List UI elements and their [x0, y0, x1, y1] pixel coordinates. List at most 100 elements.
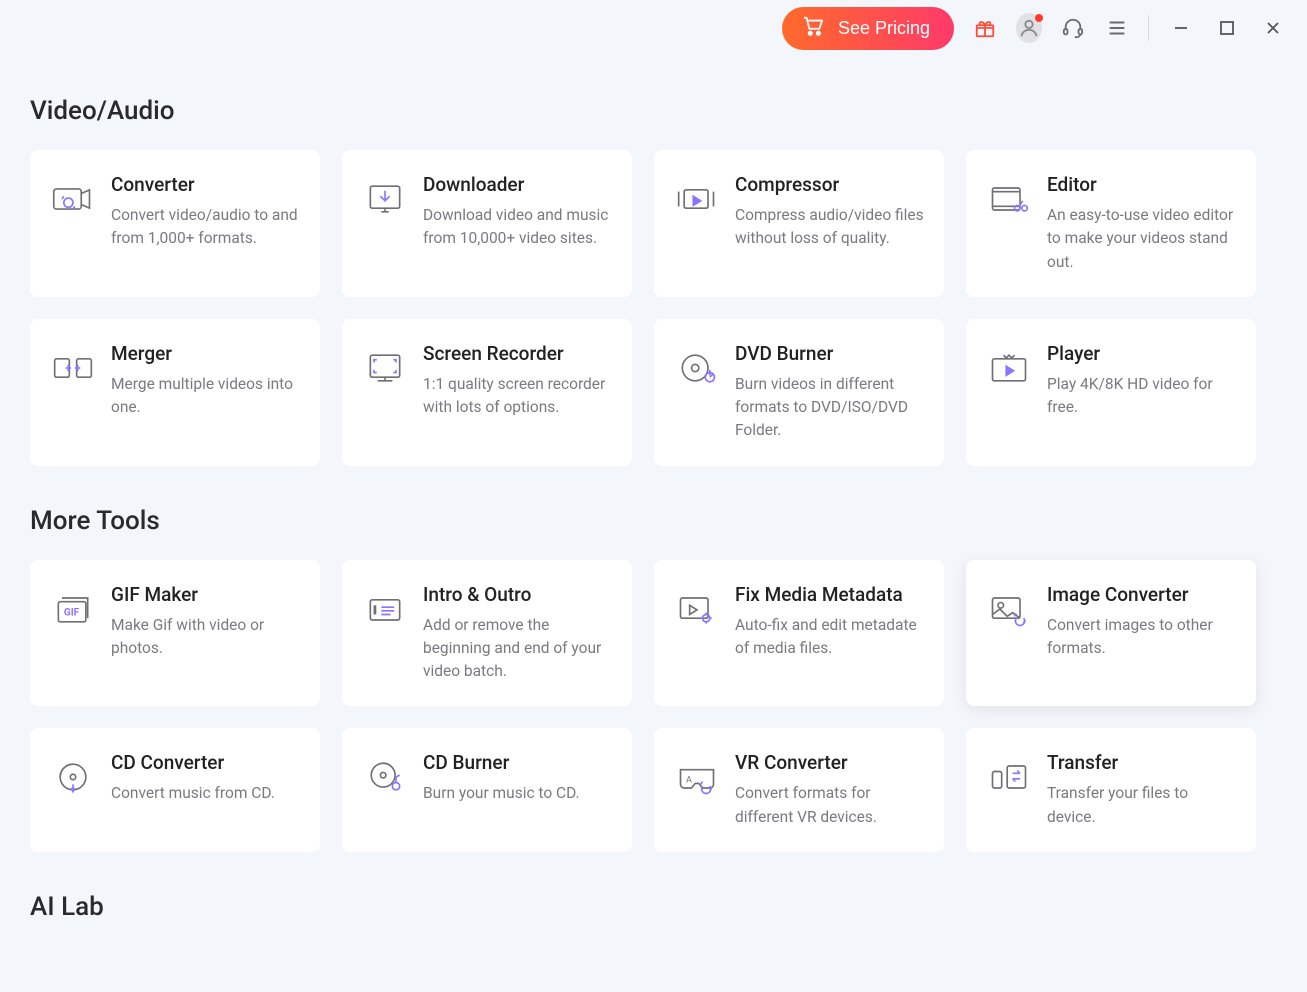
dvd-burner-icon	[673, 348, 721, 396]
card-title: Screen Recorder	[423, 342, 613, 365]
card-description: Convert video/audio to and from 1,000+ f…	[111, 204, 301, 251]
support-icon[interactable]	[1060, 15, 1086, 41]
window-maximize-button[interactable]	[1213, 14, 1241, 42]
card-body: VR Converter Convert formats for differen…	[735, 751, 925, 829]
card-title: Compressor	[735, 173, 925, 196]
card-title: Transfer	[1047, 751, 1237, 774]
card-title: Editor	[1047, 173, 1237, 196]
card-title: CD Burner	[423, 751, 613, 774]
card-description: Merge multiple videos into one.	[111, 373, 301, 420]
card-body: GIF Maker Make Gif with video or photos.	[111, 583, 301, 684]
card-title: Fix Media Metadata	[735, 583, 925, 606]
player-icon	[985, 348, 1033, 396]
card-description: Transfer your files to device.	[1047, 782, 1237, 829]
see-pricing-button[interactable]: See Pricing	[782, 7, 954, 50]
card-description: 1:1 quality screen recorder with lots of…	[423, 373, 613, 420]
screen-recorder-icon	[361, 348, 409, 396]
card-body: CD Converter Convert music from CD.	[111, 751, 301, 829]
section-title: Video/Audio	[30, 96, 1277, 126]
user-avatar[interactable]	[1016, 15, 1042, 41]
svg-text:A: A	[686, 776, 692, 786]
window-close-button[interactable]	[1259, 14, 1287, 42]
image-converter-icon	[985, 589, 1033, 637]
window-minimize-button[interactable]	[1167, 14, 1195, 42]
card-body: Compressor Compress audio/video files wit…	[735, 173, 925, 274]
card-body: Player Play 4K/8K HD video for free.	[1047, 342, 1237, 443]
card-body: Converter Convert video/audio to and from…	[111, 173, 301, 274]
card-player[interactable]: Player Play 4K/8K HD video for free.	[966, 319, 1256, 466]
converter-icon	[49, 179, 97, 227]
card-title: VR Converter	[735, 751, 925, 774]
card-title: Downloader	[423, 173, 613, 196]
card-description: Convert images to other formats.	[1047, 614, 1237, 661]
section-title: AI Lab	[30, 892, 1277, 922]
card-description: Play 4K/8K HD video for free.	[1047, 373, 1237, 420]
card-downloader[interactable]: Downloader Download video and music from …	[342, 150, 632, 297]
cd-converter-icon	[49, 757, 97, 805]
card-title: Intro & Outro	[423, 583, 613, 606]
cart-icon	[802, 16, 824, 41]
card-body: Merger Merge multiple videos into one.	[111, 342, 301, 443]
card-body: Intro & Outro Add or remove the beginning…	[423, 583, 613, 684]
card-description: Burn videos in different formats to DVD/…	[735, 373, 925, 443]
menu-icon[interactable]	[1104, 15, 1130, 41]
card-body: Editor An easy-to-use video editor to mak…	[1047, 173, 1237, 274]
card-description: Download video and music from 10,000+ vi…	[423, 204, 613, 251]
transfer-icon	[985, 757, 1033, 805]
card-merger[interactable]: Merger Merge multiple videos into one.	[30, 319, 320, 466]
card-editor[interactable]: Editor An easy-to-use video editor to mak…	[966, 150, 1256, 297]
svg-text:GIF: GIF	[64, 607, 80, 618]
card-gif-maker[interactable]: GIF GIF Maker Make Gif with video or photo…	[30, 560, 320, 707]
card-description: Add or remove the beginning and end of y…	[423, 614, 613, 684]
card-converter[interactable]: Converter Convert video/audio to and from…	[30, 150, 320, 297]
merger-icon	[49, 348, 97, 396]
card-description: Convert formats for different VR devices…	[735, 782, 925, 829]
card-intro-outro[interactable]: Intro & Outro Add or remove the beginning…	[342, 560, 632, 707]
card-screen-recorder[interactable]: Screen Recorder 1:1 quality screen record…	[342, 319, 632, 466]
card-description: An easy-to-use video editor to make your…	[1047, 204, 1237, 274]
compressor-icon	[673, 179, 721, 227]
card-title: Converter	[111, 173, 301, 196]
card-description: Make Gif with video or photos.	[111, 614, 301, 661]
cd-burner-icon	[361, 757, 409, 805]
section-title: More Tools	[30, 506, 1277, 536]
card-description: Auto-fix and edit metadate of media file…	[735, 614, 925, 661]
card-body: Screen Recorder 1:1 quality screen record…	[423, 342, 613, 443]
card-cd-converter[interactable]: CD Converter Convert music from CD.	[30, 728, 320, 852]
card-compressor[interactable]: Compressor Compress audio/video files wit…	[654, 150, 944, 297]
card-body: Downloader Download video and music from …	[423, 173, 613, 274]
card-title: CD Converter	[111, 751, 301, 774]
card-body: Transfer Transfer your files to device.	[1047, 751, 1237, 829]
downloader-icon	[361, 179, 409, 227]
card-title: DVD Burner	[735, 342, 925, 365]
card-grid: GIF GIF Maker Make Gif with video or photo…	[30, 560, 1277, 852]
pricing-label: See Pricing	[838, 18, 930, 39]
card-cd-burner[interactable]: CD Burner Burn your music to CD.	[342, 728, 632, 852]
card-title: Player	[1047, 342, 1237, 365]
card-description: Convert music from CD.	[111, 782, 301, 805]
card-body: CD Burner Burn your music to CD.	[423, 751, 613, 829]
card-vr-converter[interactable]: A VR Converter Convert formats for differe…	[654, 728, 944, 852]
card-title: Merger	[111, 342, 301, 365]
card-grid: Converter Convert video/audio to and from…	[30, 150, 1277, 466]
card-image-converter[interactable]: Image Converter Convert images to other f…	[966, 560, 1256, 707]
gif-maker-icon: GIF	[49, 589, 97, 637]
card-description: Burn your music to CD.	[423, 782, 613, 805]
card-dvd-burner[interactable]: DVD Burner Burn videos in different forma…	[654, 319, 944, 466]
card-body: Fix Media Metadata Auto-fix and edit meta…	[735, 583, 925, 684]
avatar-icon	[1016, 13, 1042, 43]
card-body: DVD Burner Burn videos in different forma…	[735, 342, 925, 443]
editor-icon	[985, 179, 1033, 227]
card-description: Compress audio/video files without loss …	[735, 204, 925, 251]
vr-converter-icon: A	[673, 757, 721, 805]
intro-outro-icon	[361, 589, 409, 637]
gift-icon[interactable]	[972, 15, 998, 41]
topbar-separator	[1148, 15, 1149, 41]
topbar: See Pricing	[0, 0, 1307, 56]
card-title: Image Converter	[1047, 583, 1237, 606]
card-fix-media-metadata[interactable]: Fix Media Metadata Auto-fix and edit meta…	[654, 560, 944, 707]
card-transfer[interactable]: Transfer Transfer your files to device.	[966, 728, 1256, 852]
card-body: Image Converter Convert images to other f…	[1047, 583, 1237, 684]
fix-metadata-icon	[673, 589, 721, 637]
card-title: GIF Maker	[111, 583, 301, 606]
